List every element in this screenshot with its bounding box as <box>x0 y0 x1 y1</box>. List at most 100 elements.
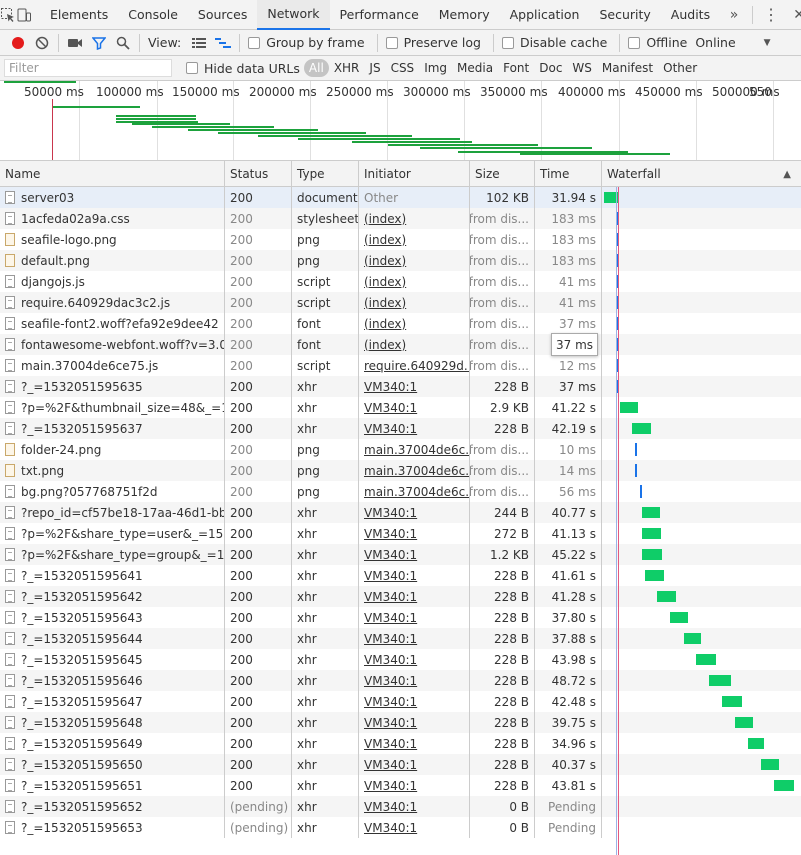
table-row[interactable]: seafile-font2.woff?efa92e9dee42 200 font (i… <box>0 313 801 334</box>
table-row[interactable]: djangojs.js 200 script (index) (from dis... 4… <box>0 271 801 292</box>
menu-icon[interactable]: ⋮ <box>757 0 785 30</box>
table-row[interactable]: ?_=1532051595645 200 xhr VM340:1 228 B 43.98 … <box>0 649 801 670</box>
table-row[interactable]: server03 200 document Other 102 KB 31.94 s <box>0 187 801 208</box>
initiator-link[interactable]: VM340:1 <box>364 527 417 541</box>
filter-type-css[interactable]: CSS <box>386 59 420 77</box>
filter-type-all[interactable]: All <box>303 59 329 77</box>
initiator-link[interactable]: VM340:1 <box>364 800 417 814</box>
tab-elements[interactable]: Elements <box>40 0 118 30</box>
filter-type-js[interactable]: JS <box>364 59 385 77</box>
close-icon[interactable]: ✕ <box>785 0 801 30</box>
initiator-link[interactable]: VM340:1 <box>364 611 417 625</box>
initiator-link[interactable]: (index) <box>364 296 406 310</box>
timeline-overview[interactable]: 50000 ms 100000 ms 150000 ms 200000 ms 25000… <box>0 81 801 161</box>
filter-input[interactable] <box>4 59 172 77</box>
table-row[interactable]: folder-24.png 200 png main.37004de6c... (fro… <box>0 439 801 460</box>
capture-screenshots-button[interactable] <box>63 31 87 55</box>
initiator-link[interactable]: VM340:1 <box>364 674 417 688</box>
filter-type-ws[interactable]: WS <box>567 59 596 77</box>
filter-type-xhr[interactable]: XHR <box>329 59 365 77</box>
table-row[interactable]: ?_=1532051595651 200 xhr VM340:1 228 B 43.81 … <box>0 775 801 796</box>
initiator-link[interactable]: VM340:1 <box>364 548 417 562</box>
table-row[interactable]: fontawesome-webfont.woff?v=3.0.... 200 fon… <box>0 334 801 355</box>
column-header-initiator[interactable]: Initiator <box>359 161 470 187</box>
table-row[interactable]: ?_=1532051595642 200 xhr VM340:1 228 B 41.28 … <box>0 586 801 607</box>
table-row[interactable]: ?_=1532051595647 200 xhr VM340:1 228 B 42.48 … <box>0 691 801 712</box>
initiator-link[interactable]: VM340:1 <box>364 569 417 583</box>
initiator-link[interactable]: VM340:1 <box>364 506 417 520</box>
initiator-link[interactable]: require.640929d... <box>364 359 469 373</box>
initiator-link[interactable]: VM340:1 <box>364 653 417 667</box>
table-row[interactable]: ?_=1532051595649 200 xhr VM340:1 228 B 34.96 … <box>0 733 801 754</box>
table-row[interactable]: ?_=1532051595648 200 xhr VM340:1 228 B 39.75 … <box>0 712 801 733</box>
initiator-link[interactable]: (index) <box>364 317 406 331</box>
preserve-log-checkbox[interactable]: Preserve log <box>385 35 481 50</box>
more-tabs-icon[interactable]: » <box>720 0 748 30</box>
table-row[interactable]: ?_=1532051595635 200 xhr VM340:1 228 B 37 ms <box>0 376 801 397</box>
tab-network[interactable]: Network <box>257 0 330 30</box>
column-header-status[interactable]: Status <box>225 161 292 187</box>
table-row[interactable]: ?_=1532051595650 200 xhr VM340:1 228 B 40.37 … <box>0 754 801 775</box>
column-header-type[interactable]: Type <box>292 161 359 187</box>
search-button[interactable] <box>111 31 135 55</box>
table-row[interactable]: ?_=1532051595641 200 xhr VM340:1 228 B 41.61 … <box>0 565 801 586</box>
initiator-link[interactable]: (index) <box>364 254 406 268</box>
tab-application[interactable]: Application <box>500 0 590 30</box>
table-row[interactable]: ?_=1532051595653 (pending) xhr VM340:1 0 B Pe… <box>0 817 801 838</box>
initiator-link[interactable]: VM340:1 <box>364 380 417 394</box>
filter-type-font[interactable]: Font <box>498 59 534 77</box>
initiator-link[interactable]: VM340:1 <box>364 590 417 604</box>
table-row[interactable]: ?_=1532051595644 200 xhr VM340:1 228 B 37.88 … <box>0 628 801 649</box>
column-header-name[interactable]: Name <box>0 161 225 187</box>
inspect-element-icon[interactable] <box>0 0 16 30</box>
tab-memory[interactable]: Memory <box>429 0 500 30</box>
initiator-link[interactable]: VM340:1 <box>364 632 417 646</box>
table-row[interactable]: default.png 200 png (index) (from dis... 183 … <box>0 250 801 271</box>
filter-type-doc[interactable]: Doc <box>534 59 567 77</box>
initiator-link[interactable]: VM340:1 <box>364 716 417 730</box>
table-row[interactable]: ?_=1532051595643 200 xhr VM340:1 228 B 37.80 … <box>0 607 801 628</box>
initiator-link[interactable]: (index) <box>364 233 406 247</box>
offline-checkbox[interactable]: Offline <box>628 35 687 50</box>
disable-cache-checkbox[interactable]: Disable cache <box>501 35 607 50</box>
hide-data-urls-checkbox[interactable]: Hide data URLs <box>186 61 300 76</box>
table-row[interactable]: ?_=1532051595646 200 xhr VM340:1 228 B 48.72 … <box>0 670 801 691</box>
column-header-time[interactable]: Time <box>535 161 602 187</box>
table-row[interactable]: ?p=%2F&share_type=user&_=153... 200 xhr VM3… <box>0 523 801 544</box>
filter-type-other[interactable]: Other <box>658 59 702 77</box>
table-row[interactable]: seafile-logo.png 200 png (index) (from dis..… <box>0 229 801 250</box>
initiator-link[interactable]: VM340:1 <box>364 401 417 415</box>
column-header-waterfall[interactable]: Waterfall ▲ <box>602 161 801 187</box>
tab-audits[interactable]: Audits <box>661 0 720 30</box>
table-row[interactable]: require.640929dac3c2.js 200 script (index) (… <box>0 292 801 313</box>
table-row[interactable]: bg.png?057768751f2d 200 png main.37004de6c.… <box>0 481 801 502</box>
initiator-link[interactable]: (index) <box>364 338 406 352</box>
initiator-link[interactable]: VM340:1 <box>364 821 417 835</box>
initiator-link[interactable]: (index) <box>364 212 406 226</box>
table-row[interactable]: ?p=%2F&share_type=group&_=15... 200 xhr VM3… <box>0 544 801 565</box>
table-row[interactable]: ?p=%2F&thumbnail_size=48&_=1... 200 xhr VM3… <box>0 397 801 418</box>
clear-button[interactable] <box>30 31 54 55</box>
table-row[interactable]: ?repo_id=cf57be18-17aa-46d1-bb... 200 xhr V… <box>0 502 801 523</box>
filter-type-media[interactable]: Media <box>452 59 498 77</box>
column-header-size[interactable]: Size <box>470 161 535 187</box>
record-button[interactable] <box>6 31 30 55</box>
initiator-link[interactable]: main.37004de6c... <box>364 485 469 499</box>
table-row[interactable]: ?_=1532051595637 200 xhr VM340:1 228 B 42.19 … <box>0 418 801 439</box>
overview-toggle-button[interactable] <box>211 31 235 55</box>
device-toolbar-icon[interactable] <box>16 0 32 30</box>
throttling-select[interactable]: Online ▼ <box>695 35 770 50</box>
initiator-link[interactable]: VM340:1 <box>364 779 417 793</box>
table-row[interactable]: ?_=1532051595652 (pending) xhr VM340:1 0 B Pe… <box>0 796 801 817</box>
filter-type-img[interactable]: Img <box>419 59 452 77</box>
group-by-frame-checkbox[interactable]: Group by frame <box>248 35 365 50</box>
filter-toggle-button[interactable] <box>87 31 111 55</box>
filter-type-manifest[interactable]: Manifest <box>597 59 658 77</box>
initiator-link[interactable]: VM340:1 <box>364 695 417 709</box>
tab-console[interactable]: Console <box>118 0 188 30</box>
tab-sources[interactable]: Sources <box>188 0 257 30</box>
table-row[interactable]: main.37004de6ce75.js 200 script require.640… <box>0 355 801 376</box>
tab-performance[interactable]: Performance <box>330 0 429 30</box>
table-row[interactable]: 1acfeda02a9a.css 200 stylesheet (index) (fro… <box>0 208 801 229</box>
initiator-link[interactable]: main.37004de6c... <box>364 443 469 457</box>
